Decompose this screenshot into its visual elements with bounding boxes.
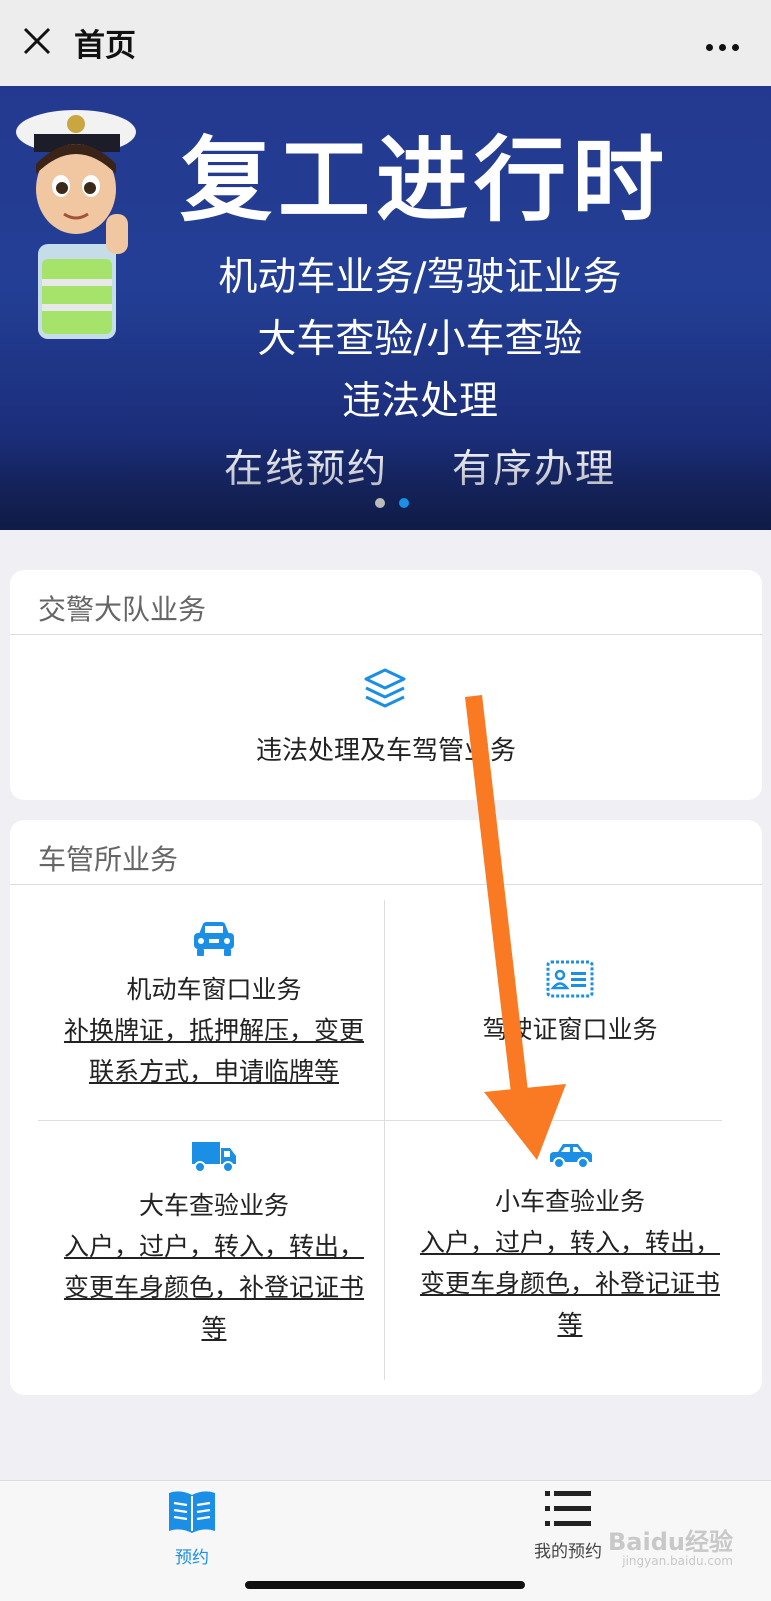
service-name: 大车查验业务	[138, 1191, 289, 1220]
service-desc[interactable]: 补换牌证，抵押解压，变更联系方式，申请临牌等	[54, 1010, 374, 1092]
divider	[10, 634, 762, 635]
layers-icon	[364, 668, 406, 708]
more-icon[interactable]	[700, 36, 739, 55]
service-desc[interactable]: 入户，过户，转入，转出，变更车身颜色，补登记证书等	[410, 1222, 730, 1345]
list-icon	[545, 1491, 591, 1526]
watermark-logo: Baidu经验	[608, 1528, 733, 1556]
section-title: 交警大队业务	[38, 593, 207, 626]
service-desc[interactable]: 入户，过户，转入，转出，变更车身颜色，补登记证书等	[54, 1226, 374, 1349]
carousel-dot-active[interactable]	[399, 498, 409, 508]
page-title: 首页	[74, 28, 136, 64]
close-icon[interactable]	[22, 26, 52, 56]
service-name: 驾驶证窗口业务	[482, 1015, 658, 1044]
vehicle-office-card: 车管所业务 机动车窗口业务 补换牌证，抵押解压，变更联系方式，申请临牌等 驾驶证…	[10, 820, 762, 1395]
banner-line-1: 机动车业务/驾驶证业务	[218, 255, 622, 300]
truck-icon	[192, 1142, 236, 1173]
grid-divider-vertical	[384, 900, 385, 1380]
banner-line-4b: 有序办理	[452, 447, 617, 492]
carousel-dots[interactable]	[375, 493, 423, 512]
car-front-icon	[194, 922, 234, 956]
car-side-icon	[550, 1144, 592, 1169]
watermark-url: jingyan.baidu.com	[622, 1554, 733, 1568]
traffic-brigade-card: 交警大队业务 违法处理及车驾管业务	[10, 570, 762, 800]
driver-license-window-item[interactable]: 驾驶证窗口业务	[400, 960, 740, 1046]
banner-line-2: 大车查验/小车查验	[257, 317, 583, 362]
small-vehicle-inspection-item[interactable]: 小车查验业务 入户，过户，转入，转出，变更车身颜色，补登记证书等	[400, 1140, 740, 1345]
carousel-dot[interactable]	[375, 498, 385, 508]
large-vehicle-inspection-item[interactable]: 大车查验业务 入户，过户，转入，转出，变更车身颜色，补登记证书等	[44, 1140, 384, 1349]
top-nav-bar: 首页	[0, 0, 771, 86]
service-name: 小车查验业务	[494, 1187, 645, 1216]
banner-line-4a: 在线预约	[223, 447, 388, 492]
tab-label: 预约	[175, 1548, 209, 1568]
book-icon	[169, 1491, 215, 1533]
banner-carousel[interactable]: 复工进行时 机动车业务/驾驶证业务 大车查验/小车查验 违法处理 在线预约 有序办…	[0, 86, 771, 530]
section-title: 车管所业务	[38, 843, 179, 876]
banner-line-4: 在线预约 有序办理	[0, 438, 771, 494]
violation-service-label: 违法处理及车驾管业务	[255, 736, 516, 766]
tab-booking[interactable]: 预约	[92, 1487, 292, 1568]
home-indicator[interactable]	[245, 1581, 525, 1589]
motor-vehicle-window-item[interactable]: 机动车窗口业务 补换牌证，抵押解压，变更联系方式，申请临牌等	[44, 920, 384, 1092]
grid-divider-horizontal	[38, 1120, 722, 1121]
banner-title: 复工进行时	[180, 126, 671, 234]
banner-line-3: 违法处理	[341, 379, 498, 424]
service-name: 机动车窗口业务	[126, 975, 302, 1004]
id-card-icon	[546, 960, 594, 998]
divider	[10, 884, 762, 885]
